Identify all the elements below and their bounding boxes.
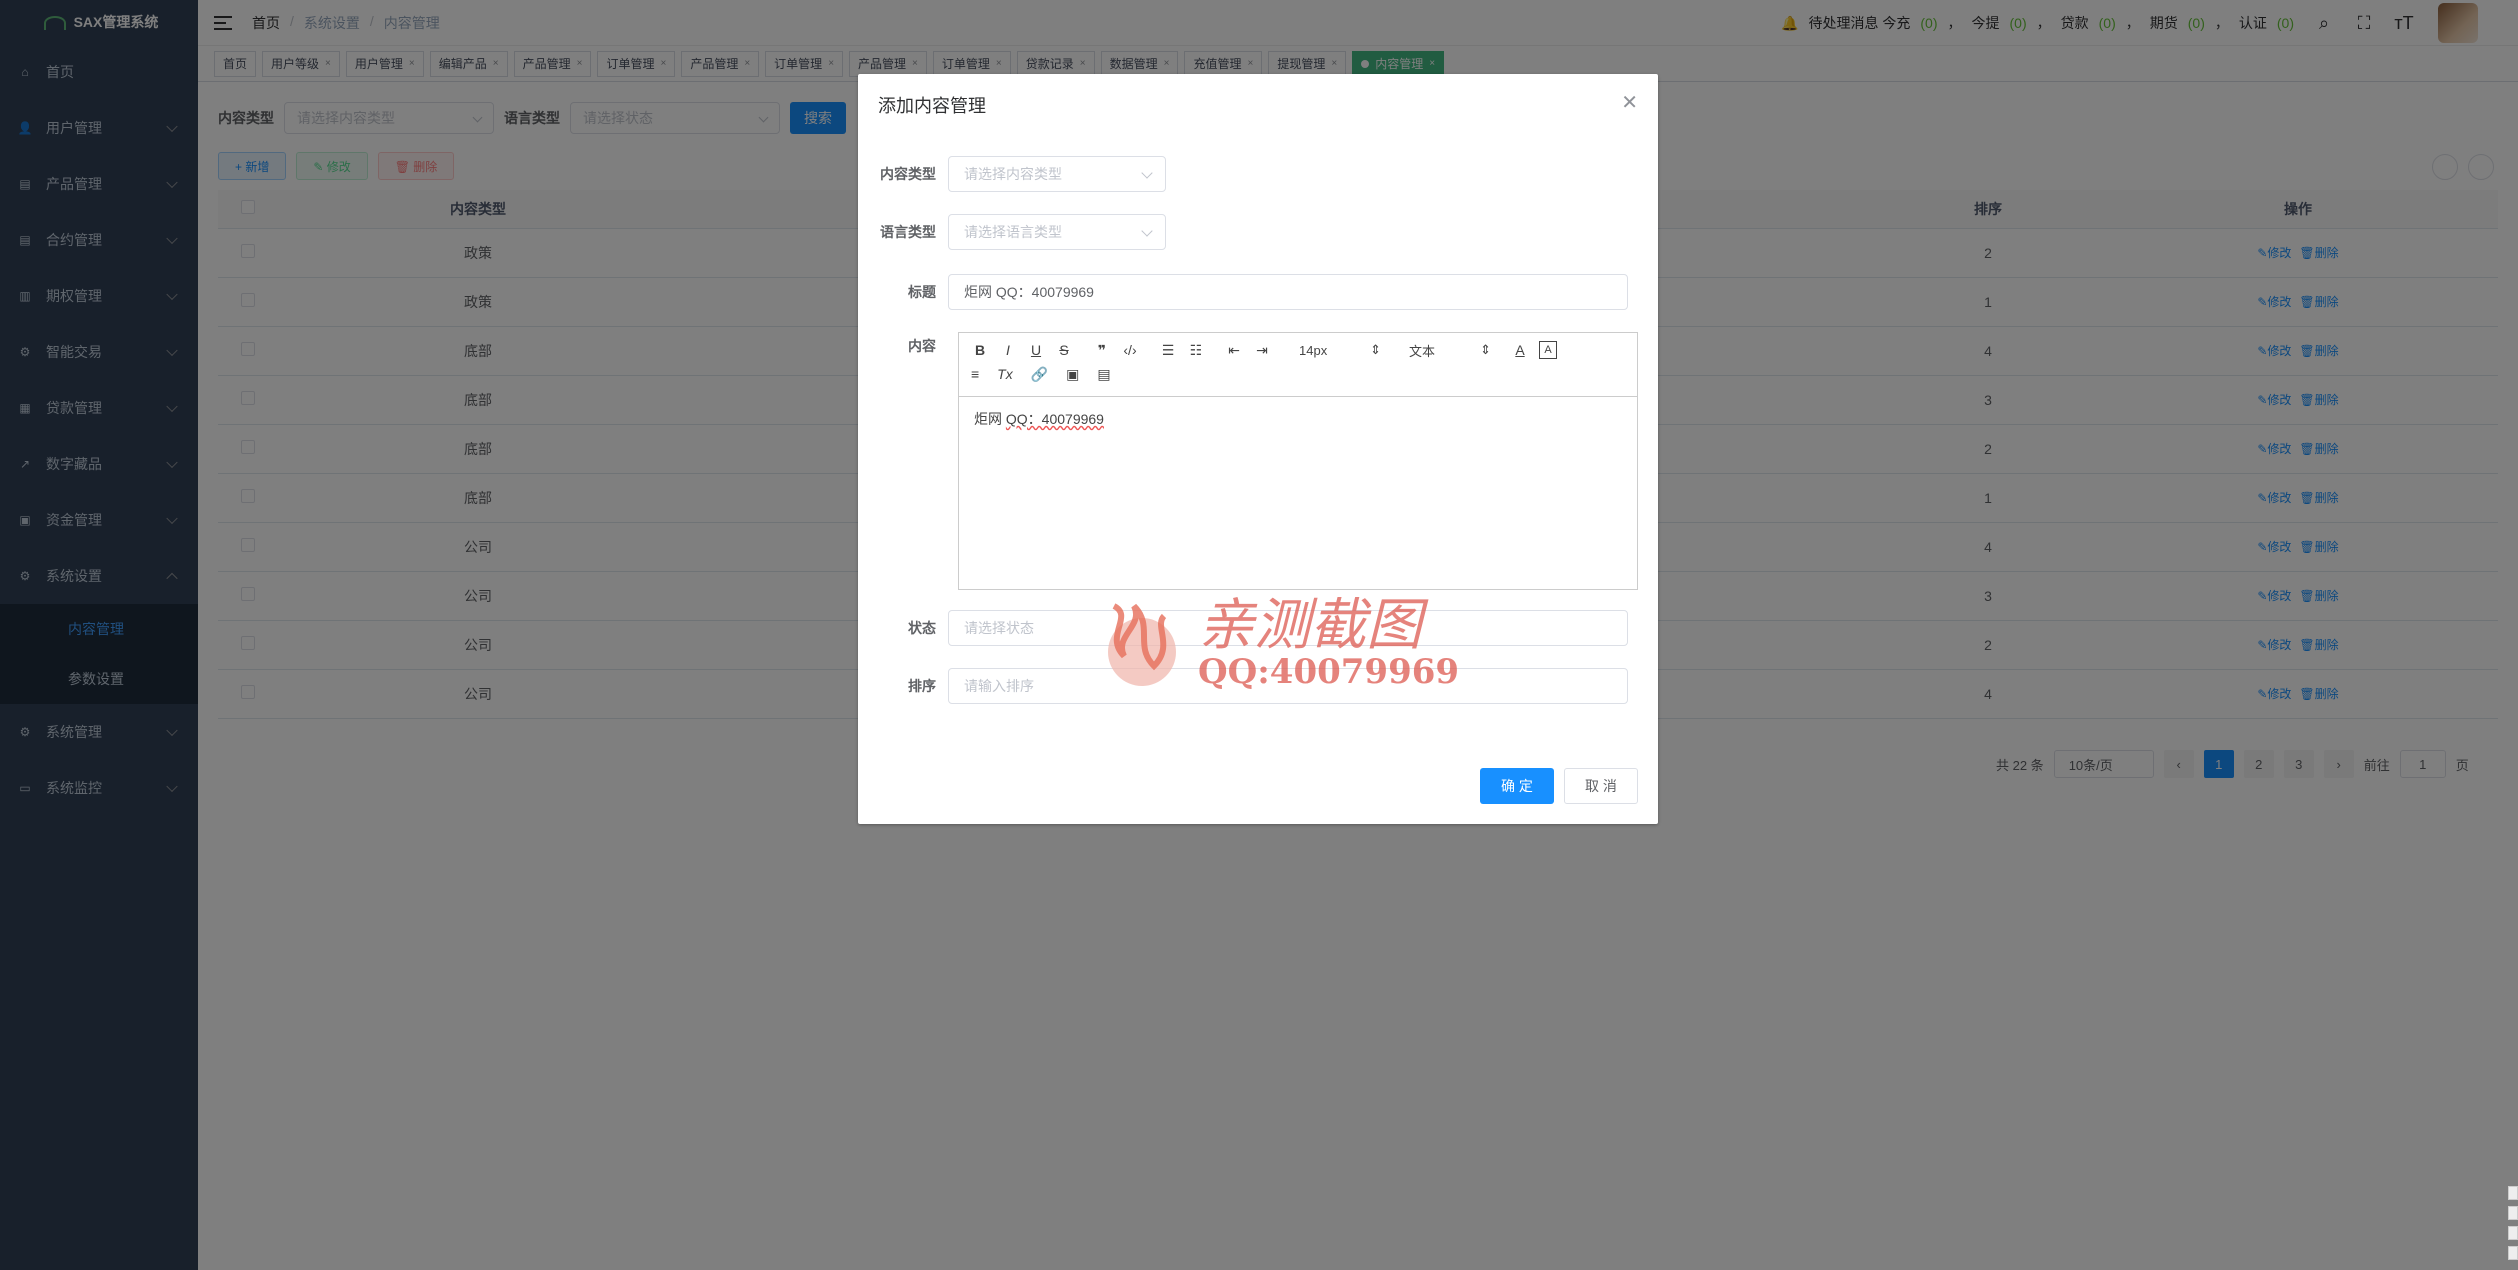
- bullet-list-icon[interactable]: ☷: [1187, 341, 1205, 359]
- form-label-status: 状态: [908, 620, 936, 636]
- paragraph-select[interactable]: 文本 ⇕: [1401, 341, 1491, 359]
- side-tool-icon[interactable]: [2508, 1226, 2518, 1240]
- form-row-sort: 排序 请输入排序: [858, 668, 1628, 704]
- up-down-icon: ⇕: [1480, 342, 1491, 357]
- font-size-value: 14px: [1299, 342, 1328, 358]
- editor-text-underlined: QQ：40079969: [1005, 411, 1104, 427]
- side-tool-icon[interactable]: [2508, 1246, 2518, 1260]
- italic-icon[interactable]: I: [999, 341, 1017, 359]
- ordered-list-icon[interactable]: ☰: [1159, 341, 1177, 359]
- align-icon[interactable]: ≡: [971, 366, 979, 382]
- indent-icon[interactable]: ⇥: [1253, 341, 1271, 359]
- video-icon[interactable]: ▤: [1097, 366, 1110, 383]
- paragraph-value: 文本: [1409, 343, 1436, 359]
- editor-text: 炬网: [974, 411, 1006, 427]
- dialog-content-type-select[interactable]: 请选择内容类型: [948, 156, 1166, 192]
- font-color-icon[interactable]: A: [1511, 341, 1529, 359]
- form-label-title: 标题: [908, 284, 936, 300]
- add-content-dialog: 添加内容管理 ✕ 内容类型 请选择内容类型 语言类型 请选择语言类型 标题 炬网…: [858, 74, 1658, 824]
- image-icon[interactable]: ▣: [1066, 366, 1079, 383]
- form-label-sort: 排序: [908, 678, 936, 694]
- sort-input[interactable]: 请输入排序: [948, 668, 1628, 704]
- strikethrough-icon[interactable]: S: [1055, 341, 1073, 359]
- form-row-status: 状态 请选择状态: [858, 610, 1628, 646]
- form-row-title: 标题 炬网 QQ：40079969: [858, 274, 1628, 310]
- code-icon[interactable]: ‹/›: [1121, 341, 1139, 359]
- form-label-content: 内容: [908, 338, 936, 354]
- up-down-icon: ⇕: [1370, 342, 1381, 357]
- toolbar-row-2: ≡ Tx 🔗 ▣ ▤: [971, 365, 1625, 383]
- dialog-language-select[interactable]: 请选择语言类型: [948, 214, 1166, 250]
- status-select[interactable]: 请选择状态: [948, 610, 1628, 646]
- form-label-content-type: 内容类型: [880, 166, 936, 182]
- dialog-title: 添加内容管理: [878, 96, 986, 116]
- side-tool-icon[interactable]: [2508, 1186, 2518, 1200]
- close-icon[interactable]: ✕: [1621, 90, 1638, 115]
- outdent-icon[interactable]: ⇤: [1225, 341, 1243, 359]
- link-icon[interactable]: 🔗: [1031, 366, 1048, 383]
- blockquote-icon[interactable]: ❞: [1093, 341, 1111, 359]
- bold-icon[interactable]: B: [971, 341, 989, 359]
- editor-toolbar: B I U S ❞ ‹/› ☰ ☷ ⇤ ⇥ 14px ⇕ 文本 ⇕ A A ≡ Tx…: [959, 333, 1637, 397]
- rich-text-editor: B I U S ❞ ‹/› ☰ ☷ ⇤ ⇥ 14px ⇕ 文本 ⇕ A A ≡ Tx…: [958, 332, 1638, 590]
- side-tool-icon[interactable]: [2508, 1206, 2518, 1220]
- title-input[interactable]: 炬网 QQ：40079969: [948, 274, 1628, 310]
- cancel-button[interactable]: 取 消: [1564, 768, 1638, 804]
- clear-format-icon[interactable]: Tx: [997, 366, 1013, 382]
- form-row-content: 内容: [858, 336, 948, 356]
- background-color-icon[interactable]: A: [1539, 341, 1557, 359]
- form-label-language: 语言类型: [880, 224, 936, 240]
- underline-icon[interactable]: U: [1027, 341, 1045, 359]
- font-size-select[interactable]: 14px ⇕: [1291, 341, 1381, 359]
- confirm-button[interactable]: 确 定: [1480, 768, 1554, 804]
- form-row-language: 语言类型 请选择语言类型: [858, 214, 1166, 250]
- form-row-content-type: 内容类型 请选择内容类型: [858, 156, 1166, 192]
- side-tools: [2508, 1186, 2518, 1260]
- editor-content[interactable]: 炬网 QQ：40079969: [959, 397, 1637, 441]
